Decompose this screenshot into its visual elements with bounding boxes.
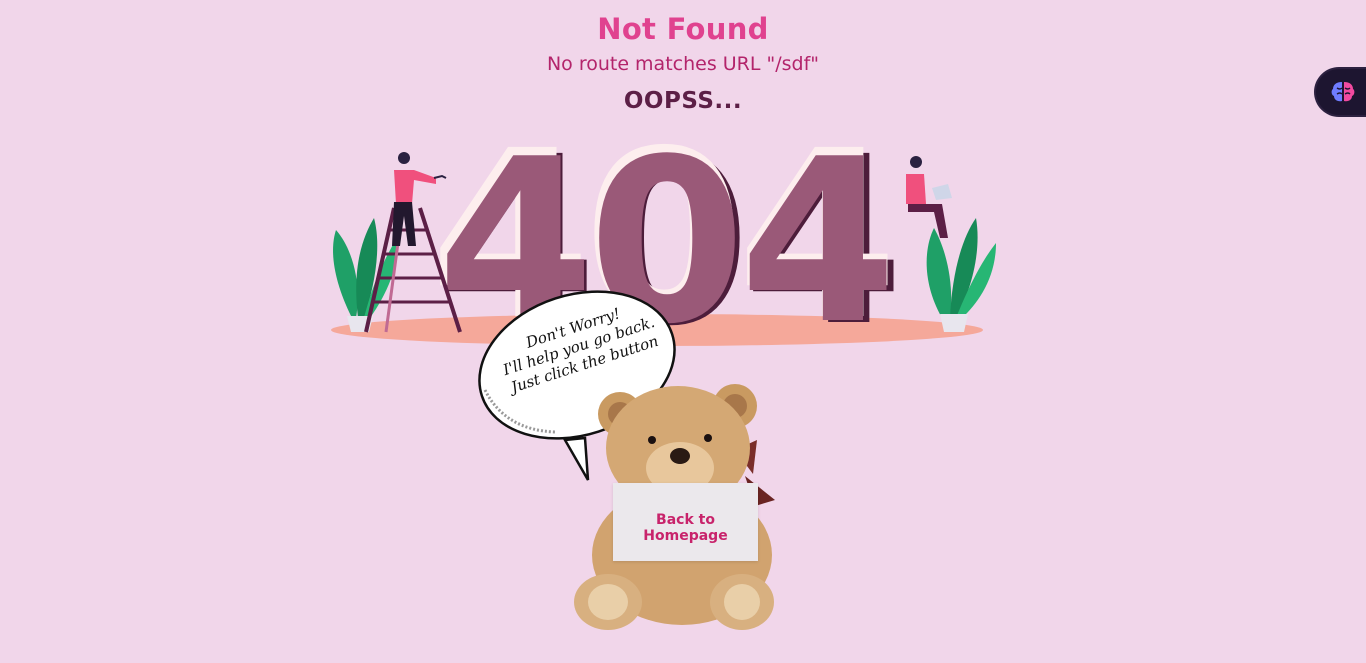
route-error-message: No route matches URL "/sdf" <box>546 53 820 75</box>
oops-heading: OOPSS... <box>623 88 743 114</box>
ai-assistant-widget[interactable] <box>1316 69 1366 115</box>
not-found-page: Not Found No route matches URL "/sdf" OO… <box>0 0 1366 663</box>
person-with-laptop-icon <box>906 156 952 238</box>
brain-icon <box>1331 82 1355 102</box>
page-title: Not Found <box>597 12 769 46</box>
right-plant-icon <box>926 218 996 332</box>
back-to-homepage-button[interactable]: Back to Homepage <box>613 483 758 561</box>
